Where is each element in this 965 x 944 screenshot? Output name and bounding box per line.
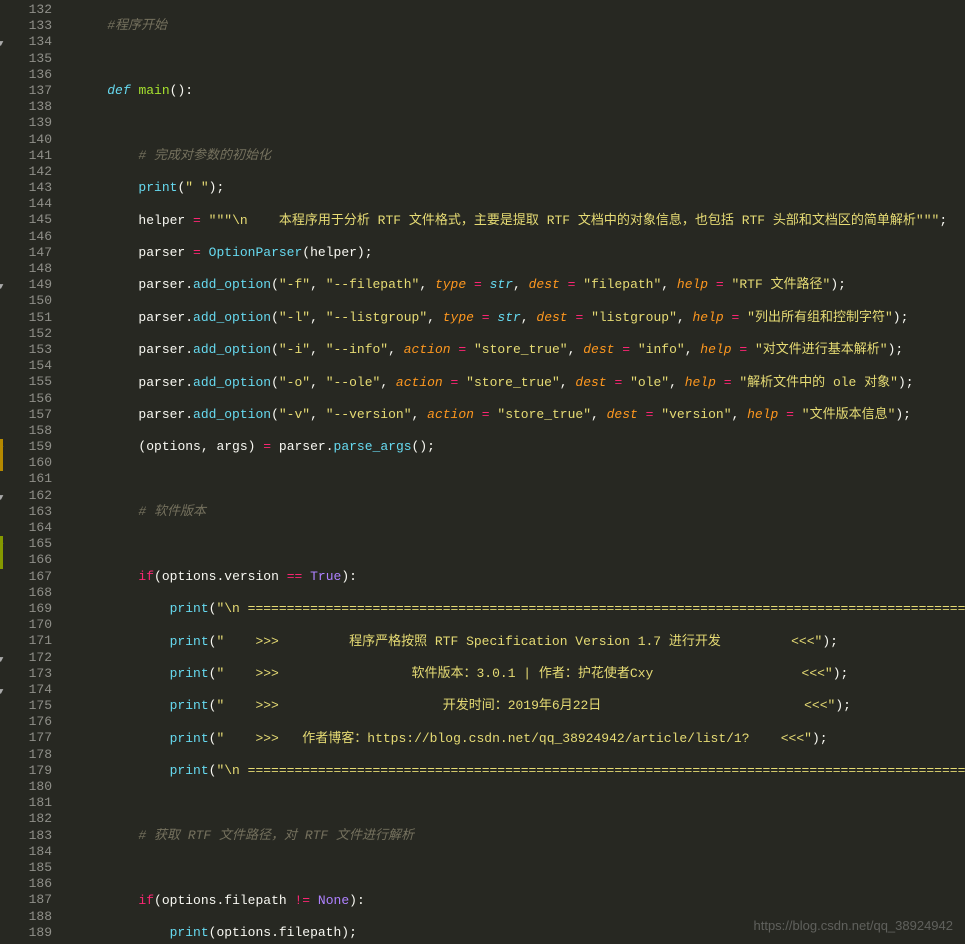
line-number: 175 <box>0 698 52 714</box>
line-number: 154 <box>0 358 52 374</box>
line-number: 160 <box>0 455 52 471</box>
line-number: 169 <box>0 601 52 617</box>
line-number: 176 <box>0 714 52 730</box>
line-number: 139 <box>0 115 52 131</box>
change-bar <box>0 455 3 471</box>
line-number: 167 <box>0 569 52 585</box>
line-number: 164 <box>0 520 52 536</box>
change-bar <box>0 439 3 455</box>
line-number: 187 <box>0 892 52 908</box>
line-number: 152 <box>0 326 52 342</box>
line-number: 147 <box>0 245 52 261</box>
watermark: https://blog.csdn.net/qq_38924942 <box>754 918 954 934</box>
line-number: 161 <box>0 471 52 487</box>
line-number: 186 <box>0 876 52 892</box>
line-number: 177 <box>0 730 52 746</box>
line-number: 151 <box>0 310 52 326</box>
line-number: 179 <box>0 763 52 779</box>
line-number: 185 <box>0 860 52 876</box>
line-number: 182 <box>0 811 52 827</box>
line-number: 137 <box>0 83 52 99</box>
line-number: 165▼ <box>0 536 52 552</box>
line-number: 138 <box>0 99 52 115</box>
line-number: 166 <box>0 552 52 568</box>
line-number: 163 <box>0 504 52 520</box>
line-number: 143 <box>0 180 52 196</box>
line-number: 141 <box>0 148 52 164</box>
line-number: 132 <box>0 2 52 18</box>
line-number: 136 <box>0 67 52 83</box>
line-number: 134▼ <box>0 34 52 50</box>
line-number: 150 <box>0 293 52 309</box>
line-number: 135 <box>0 51 52 67</box>
line-number: 144 <box>0 196 52 212</box>
line-number: 133 <box>0 18 52 34</box>
line-number: 178 <box>0 747 52 763</box>
line-number: 155 <box>0 374 52 390</box>
line-number: 158 <box>0 423 52 439</box>
line-number: 157 <box>0 407 52 423</box>
line-number-gutter: 132133134▼135136137138139140141142143144… <box>0 0 58 944</box>
line-number: 188 <box>0 909 52 925</box>
line-number: 174▼ <box>0 682 52 698</box>
line-number: 162▼ <box>0 488 52 504</box>
line-number: 149▼ <box>0 277 52 293</box>
change-bar <box>0 552 3 568</box>
line-number: 170 <box>0 617 52 633</box>
line-number: 142 <box>0 164 52 180</box>
line-number: 189 <box>0 925 52 941</box>
code-editor: 132133134▼135136137138139140141142143144… <box>0 0 965 944</box>
line-number: 145 <box>0 212 52 228</box>
line-number: 140 <box>0 132 52 148</box>
line-number: 180 <box>0 779 52 795</box>
line-number: 171 <box>0 633 52 649</box>
comment: #程序开始 <box>107 18 167 33</box>
line-number: 156 <box>0 391 52 407</box>
line-number: 172▼ <box>0 650 52 666</box>
line-number: 153 <box>0 342 52 358</box>
line-number: 181 <box>0 795 52 811</box>
line-number: 159▼ <box>0 439 52 455</box>
line-number: 146 <box>0 229 52 245</box>
line-number: 184 <box>0 844 52 860</box>
line-number: 173 <box>0 666 52 682</box>
change-bar <box>0 536 3 552</box>
code-area[interactable]: #程序开始 def main(): # 完成对参数的初始化 print(" ")… <box>58 0 965 944</box>
line-number: 148 <box>0 261 52 277</box>
line-number: 183 <box>0 828 52 844</box>
line-number: 168 <box>0 585 52 601</box>
